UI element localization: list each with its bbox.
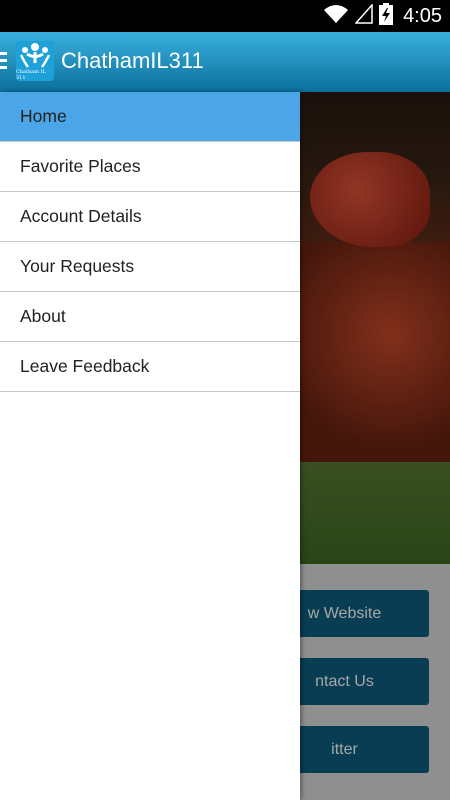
app-title: ChathamIL311: [61, 48, 204, 73]
navigation-drawer: Home Favorite Places Account Details You…: [0, 92, 300, 800]
drawer-item-account-details[interactable]: Account Details: [0, 192, 300, 242]
wifi-icon: [323, 4, 349, 29]
drawer-item-favorite-places[interactable]: Favorite Places: [0, 142, 300, 192]
drawer-item-home[interactable]: Home: [0, 92, 300, 142]
status-bar: 4:05: [0, 0, 450, 32]
drawer-item-leave-feedback[interactable]: Leave Feedback: [0, 342, 300, 392]
app-logo[interactable]: Chatham IL 311: [16, 41, 54, 81]
clock: 4:05: [403, 4, 442, 27]
menu-icon[interactable]: [0, 52, 7, 70]
drawer-item-about[interactable]: About: [0, 292, 300, 342]
logo-text: Chatham IL 311: [16, 69, 46, 81]
drawer-item-your-requests[interactable]: Your Requests: [0, 242, 300, 292]
battery-charging-icon: [379, 2, 394, 30]
logo-figures-icon: [19, 43, 51, 68]
signal-icon: [354, 2, 373, 29]
app-bar: Chatham IL 311 ChathamIL311: [0, 32, 450, 92]
status-icons: 4:05: [323, 2, 442, 30]
